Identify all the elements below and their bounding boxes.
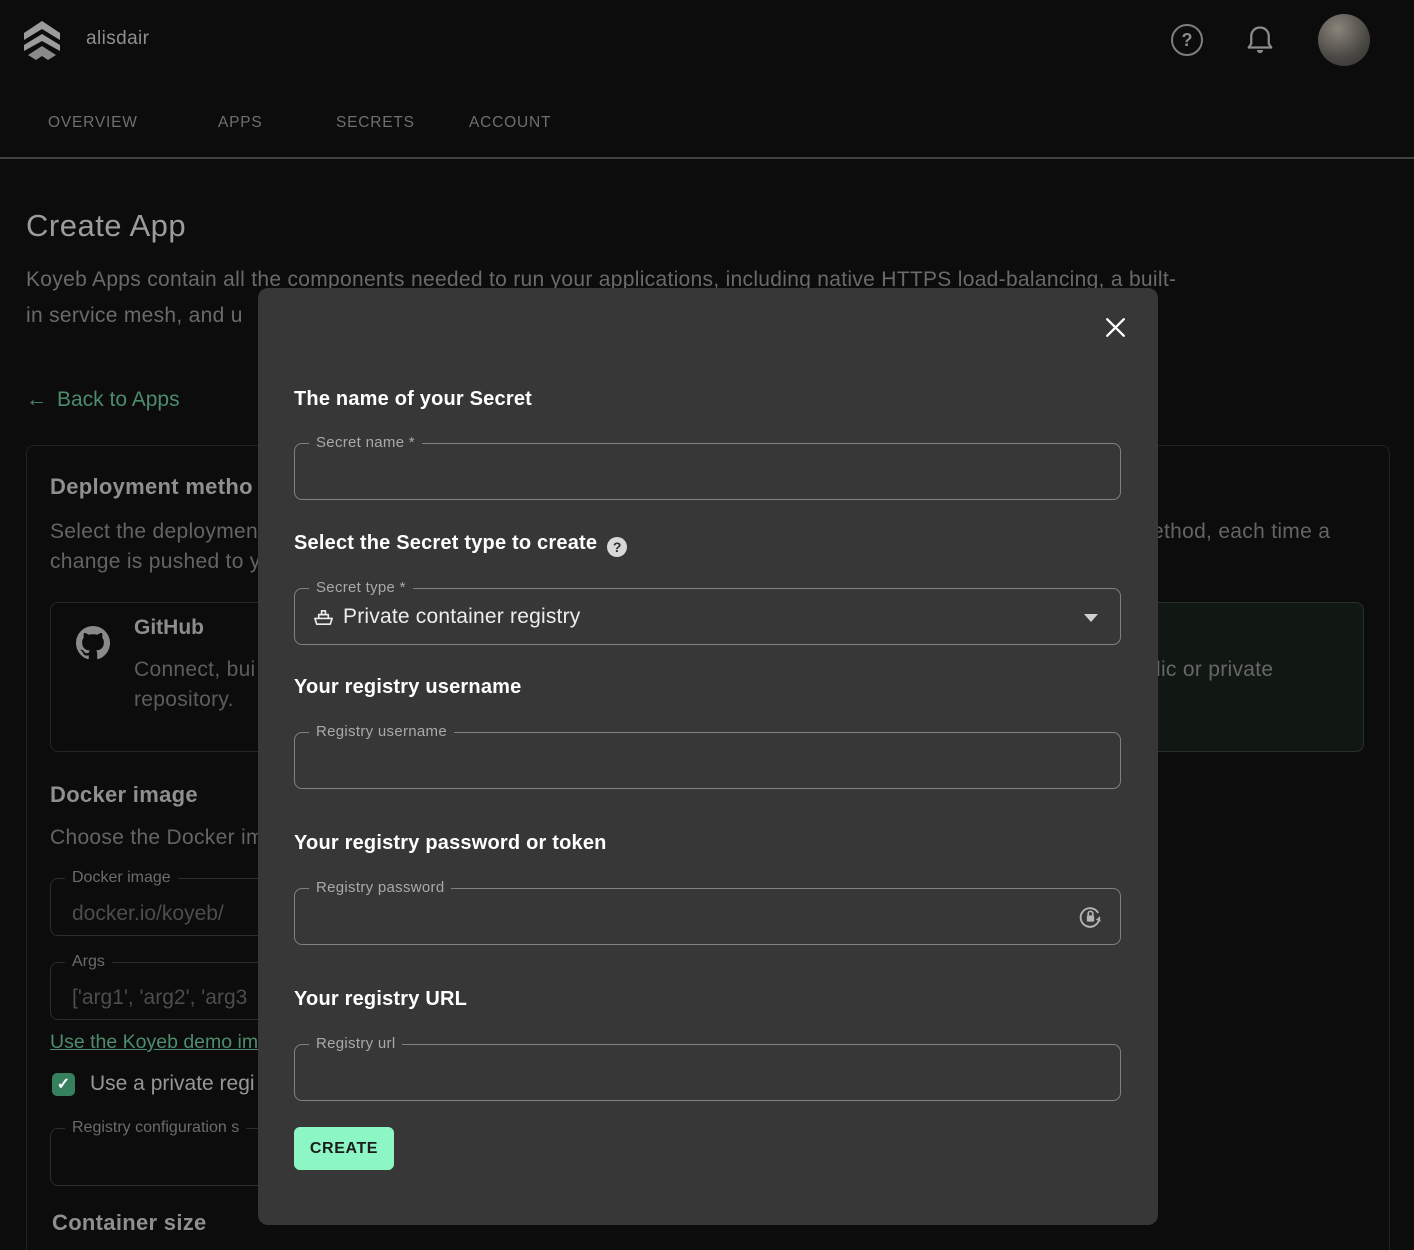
koyeb-logo-icon[interactable] (24, 19, 60, 61)
notifications-bell-icon[interactable] (1245, 23, 1275, 57)
registry-url-heading: Your registry URL (294, 988, 467, 1011)
org-name: alisdair (86, 28, 149, 50)
tab-overview[interactable]: OVERVIEW (48, 114, 138, 132)
create-button[interactable]: CREATE (294, 1127, 394, 1170)
back-to-apps-link[interactable]: ← Back to Apps (26, 388, 180, 412)
secret-name-heading: The name of your Secret (294, 388, 532, 411)
close-icon[interactable] (1103, 315, 1128, 340)
back-arrow-icon: ← (26, 388, 47, 411)
github-card-desc2: repository. (134, 688, 234, 712)
secret-type-heading: Select the Secret type to create? (294, 532, 627, 557)
docker-card-desc-fragment: lic or private (1156, 658, 1273, 682)
page-title: Create App (26, 208, 186, 244)
deployment-desc-right: ethod, each time a (1152, 520, 1330, 544)
secret-type-select[interactable]: Secret type * Private container registry (294, 588, 1121, 645)
secret-type-heading-text: Select the Secret type to create (294, 532, 597, 554)
secret-name-input[interactable] (295, 444, 1120, 499)
screen: alisdair ? OVERVIEW APPS SECRETS ACCOUNT… (0, 0, 1414, 1250)
secret-type-value: Private container registry (343, 605, 580, 629)
tab-apps[interactable]: APPS (218, 114, 263, 132)
github-card-title: GitHub (134, 616, 204, 640)
registry-password-field: Registry password (294, 888, 1121, 945)
deployment-method-title: Deployment metho (50, 474, 253, 500)
container-registry-icon (312, 606, 335, 629)
secret-type-label: Secret type * (309, 579, 413, 596)
help-icon[interactable]: ? (1171, 24, 1203, 56)
chevron-down-icon[interactable] (1084, 614, 1098, 622)
github-icon (76, 626, 110, 660)
private-registry-label: Use a private regi (90, 1072, 255, 1096)
page-description-line2: in service mesh, and u (26, 304, 243, 328)
docker-image-title: Docker image (50, 782, 198, 808)
password-lock-toggle-icon[interactable] (1077, 904, 1104, 931)
container-size-title: Container size (52, 1210, 207, 1236)
registry-username-heading: Your registry username (294, 676, 521, 699)
tab-secrets[interactable]: SECRETS (336, 114, 415, 132)
back-link-label: Back to Apps (57, 388, 180, 411)
registry-url-field: Registry url (294, 1044, 1121, 1101)
create-secret-modal: The name of your Secret Secret name * Se… (258, 288, 1158, 1225)
deployment-desc-line2: change is pushed to y (50, 550, 261, 574)
registry-url-input[interactable] (295, 1045, 1120, 1100)
deployment-desc-left: Select the deploymen (50, 520, 258, 544)
docker-image-desc: Choose the Docker im (50, 826, 264, 850)
help-tooltip-icon[interactable]: ? (607, 537, 627, 557)
nav-divider (0, 157, 1414, 159)
user-avatar[interactable] (1318, 14, 1370, 66)
registry-password-input[interactable] (295, 889, 1120, 944)
registry-username-field: Registry username (294, 732, 1121, 789)
registry-username-input[interactable] (295, 733, 1120, 788)
registry-password-heading: Your registry password or token (294, 832, 607, 855)
github-card-desc1: Connect, bui (134, 658, 256, 682)
secret-name-field: Secret name * (294, 443, 1121, 500)
tab-account[interactable]: ACCOUNT (469, 114, 551, 132)
koyeb-demo-image-link[interactable]: Use the Koyeb demo imag (50, 1031, 280, 1054)
private-registry-checkbox[interactable]: ✓ (52, 1073, 75, 1096)
